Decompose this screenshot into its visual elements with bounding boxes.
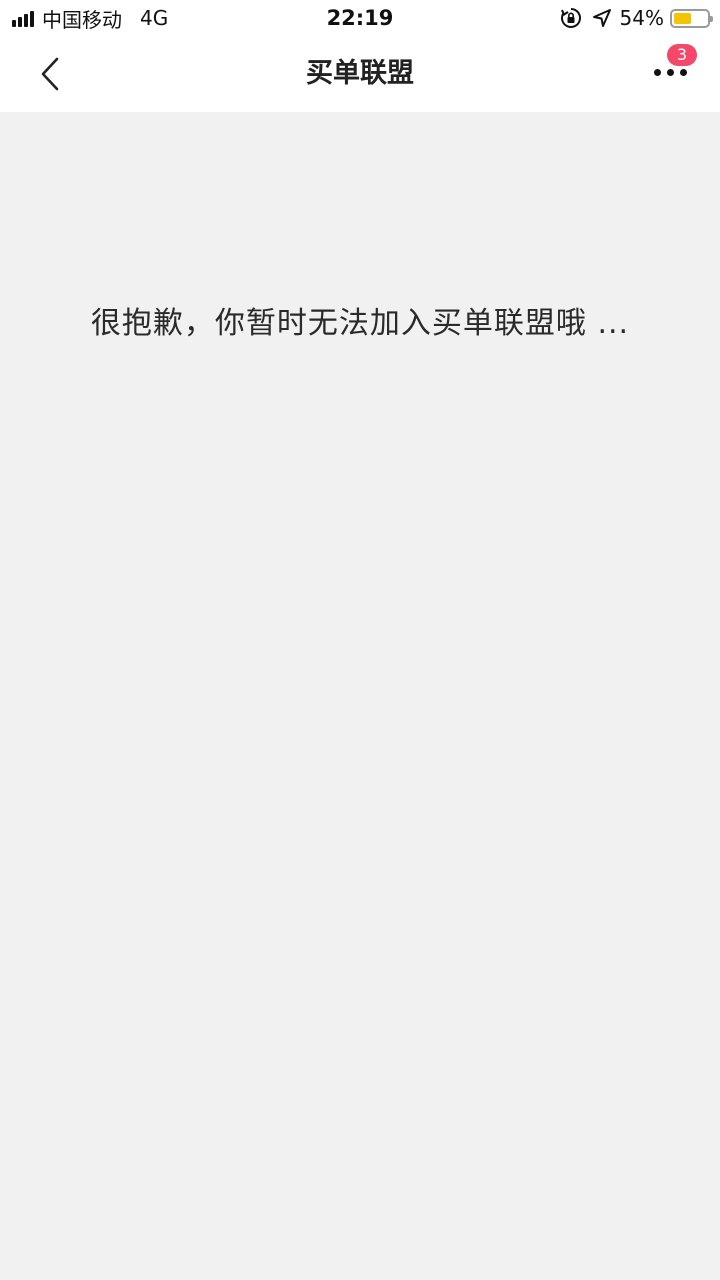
rotation-lock-icon [560, 7, 582, 29]
status-bar: 中国移动 4G 22:19 54% [0, 0, 720, 36]
notification-badge: 3 [667, 44, 697, 66]
battery-icon [670, 8, 713, 28]
status-right: 54% [560, 0, 713, 36]
battery-percent: 54% [619, 6, 664, 30]
battery-fill [674, 12, 692, 24]
main-content: 很抱歉，你暂时无法加入买单联盟哦 ... [0, 112, 720, 1280]
page-title: 买单联盟 [306, 58, 414, 89]
notice-message: 很抱歉，你暂时无法加入买单联盟哦 ... [90, 306, 630, 341]
location-icon [592, 8, 612, 28]
nav-bar: 买单联盟 3 [0, 36, 720, 112]
more-icon [654, 69, 693, 76]
more-button[interactable]: 3 [646, 44, 697, 98]
